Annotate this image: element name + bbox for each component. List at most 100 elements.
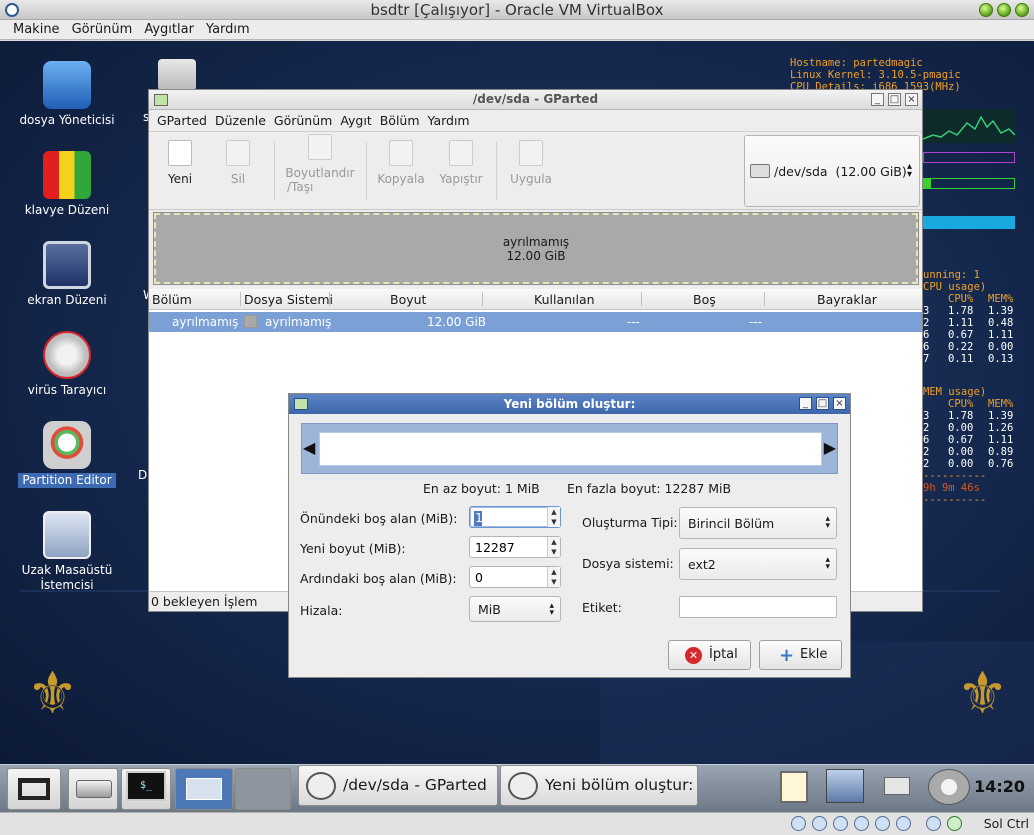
resizer-left-handle[interactable]: ◀ <box>303 439 315 457</box>
desktop-icon-display-layout[interactable]: ekran Düzeni <box>7 241 127 308</box>
column-header-flags[interactable]: Bayraklar <box>817 292 877 307</box>
drive-launcher[interactable] <box>68 768 118 810</box>
new-button[interactable]: Yeni <box>163 140 197 186</box>
desktop-icon-keyboard-layout[interactable]: klavye Düzeni <box>7 151 127 218</box>
terminal-launcher[interactable]: $_ <box>121 768 171 810</box>
task-new-partition[interactable]: Yeni bölüm oluştur: <box>500 765 698 806</box>
resizer-partition-area[interactable] <box>319 432 822 466</box>
partition-graph[interactable]: ayrılmamış 12.00 GiB <box>153 212 919 285</box>
partition-resizer[interactable]: ◀ ▶ <box>301 423 838 474</box>
purple-bar <box>923 152 1015 163</box>
resizer-right-handle[interactable]: ▶ <box>824 439 836 457</box>
gparted-title: /dev/sda - GParted <box>472 92 599 106</box>
task-gparted[interactable]: /dev/sda - GParted <box>298 765 498 806</box>
hard-disk-status-icon[interactable] <box>791 816 806 831</box>
gparted-minimize-button[interactable]: _ <box>871 93 884 106</box>
cancel-button[interactable]: ✕ İptal <box>668 640 751 670</box>
partition-label-input[interactable] <box>679 596 837 618</box>
conky-col-cpu: CPU% <box>948 398 974 410</box>
guest-taskbar: $_ /dev/sda - GParted Yeni bölüm oluştur… <box>0 764 1034 812</box>
volume-icon[interactable] <box>928 769 970 805</box>
conky-running: unning: 1 <box>923 269 980 281</box>
graph-partition-label: ayrılmamış <box>502 235 570 249</box>
minimize-button[interactable] <box>979 3 993 17</box>
gparted-close-button[interactable]: × <box>905 93 918 106</box>
menu-aygit[interactable]: Aygıt <box>336 110 375 132</box>
new-size-input[interactable] <box>472 539 546 555</box>
device-name: /dev/sda <box>774 164 828 179</box>
column-header-free[interactable]: Boş <box>693 292 716 307</box>
spinner-arrows-icon[interactable]: ▲ ▼ <box>547 507 560 527</box>
gparted-icon <box>43 421 91 469</box>
clipboard-icon[interactable] <box>780 771 808 803</box>
start-menu-button[interactable] <box>7 768 61 810</box>
filesystem-combo[interactable]: ext2 ▴ ▾ <box>679 548 837 580</box>
device-selector[interactable]: /dev/sda (12.00 GiB) ▴ ▾ <box>744 135 920 207</box>
menu-yardim[interactable]: Yardım <box>424 110 474 132</box>
menu-aygitlar[interactable]: Aygıtlar <box>138 20 200 40</box>
copy-button[interactable]: Kopyala <box>375 140 427 186</box>
apply-button[interactable]: Uygula <box>506 140 556 186</box>
paste-button[interactable]: Yapıştır <box>435 140 487 186</box>
align-combo[interactable]: MiB ▴ ▾ <box>469 596 561 622</box>
hidden-desktop-icon[interactable] <box>158 59 196 91</box>
capture-status-icon[interactable] <box>896 816 911 831</box>
delete-button[interactable]: Sil <box>223 140 253 186</box>
maximize-button[interactable] <box>997 3 1011 17</box>
free-after-input[interactable] <box>472 569 546 585</box>
gparted-maximize-button[interactable]: □ <box>888 93 901 106</box>
cancel-label: İptal <box>709 647 738 662</box>
optical-drive-status-icon[interactable] <box>812 816 827 831</box>
menu-gparted[interactable]: GParted <box>153 110 211 132</box>
column-header-partition[interactable]: Bölüm <box>152 292 192 307</box>
create-as-label: Oluşturma Tipi: <box>582 515 678 530</box>
column-header-filesystem[interactable]: Dosya Sistemi <box>244 292 333 307</box>
free-before-spinner[interactable]: ▲▼ <box>469 506 561 528</box>
conky-row: 6 0.67 1.11 <box>923 329 1014 341</box>
menu-gorunum[interactable]: Görünüm <box>270 110 336 132</box>
menu-yardim[interactable]: Yardım <box>200 20 256 40</box>
resize-move-button[interactable]: Boyutlandır/Taşı <box>283 134 357 194</box>
desktop-icon-partition-editor[interactable]: Partition Editor <box>7 421 127 488</box>
column-header-size[interactable]: Boyut <box>390 292 426 307</box>
printer-icon[interactable] <box>884 777 910 795</box>
create-as-combo[interactable]: Birincil Bölüm ▴ ▾ <box>679 507 837 539</box>
cancel-icon: ✕ <box>685 647 702 664</box>
icon-label: Partition Editor <box>18 473 116 488</box>
network-status-icon[interactable] <box>854 816 869 831</box>
menu-gorunum[interactable]: Görünüm <box>66 20 139 40</box>
dialog-close-button[interactable]: × <box>833 397 846 410</box>
new-size-spinner[interactable]: ▲▼ <box>469 536 561 558</box>
gparted-titlebar[interactable]: /dev/sda - GParted _ □ × <box>149 90 922 110</box>
table-row[interactable]: ayrılmamış ayrılmamış 12.00 GiB --- --- <box>149 312 922 332</box>
dialog-maximize-button[interactable]: □ <box>816 397 829 410</box>
task-gparted-label: /dev/sda - GParted <box>343 776 487 794</box>
free-after-spinner[interactable]: ▲▼ <box>469 566 561 588</box>
clock[interactable]: 14:20 <box>974 777 1025 796</box>
updown-arrow-icon: ▴ ▾ <box>825 555 830 572</box>
dialog-minimize-button[interactable]: _ <box>799 397 812 410</box>
desktop-icon-file-manager[interactable]: dosya Yöneticisi <box>7 61 127 128</box>
menu-duzenle[interactable]: Düzenle <box>211 110 270 132</box>
close-button[interactable] <box>1015 3 1029 17</box>
column-header-used[interactable]: Kullanılan <box>534 292 595 307</box>
desktop-icon-virus-scanner[interactable]: virüs Tarayıcı <box>7 331 127 398</box>
conky-col-cpu: CPU% <box>948 293 974 305</box>
shared-folders-status-icon[interactable] <box>875 816 890 831</box>
workspace-2[interactable] <box>235 768 291 810</box>
desktop-icon-remote-desktop[interactable]: Uzak Masaüstü İstemcisi <box>7 511 127 593</box>
spinner-arrows-icon[interactable]: ▲ ▼ <box>547 567 560 587</box>
menu-bolum[interactable]: Bölüm <box>376 110 424 132</box>
dialog-titlebar[interactable]: Yeni bölüm oluştur: _ □ × <box>289 394 850 414</box>
menu-icon <box>18 778 50 800</box>
usb-status-icon[interactable] <box>833 816 848 831</box>
free-before-input[interactable] <box>472 509 546 525</box>
network-icon[interactable] <box>826 769 864 803</box>
keyboard-capture-icon[interactable] <box>947 816 962 831</box>
spinner-arrows-icon[interactable]: ▲ ▼ <box>547 537 560 557</box>
mouse-integration-icon[interactable] <box>926 816 941 831</box>
icon-label: dosya Yöneticisi <box>19 113 115 127</box>
add-button[interactable]: + Ekle <box>759 640 842 670</box>
menu-makine[interactable]: Makine <box>7 20 66 40</box>
workspace-1[interactable] <box>175 768 233 810</box>
